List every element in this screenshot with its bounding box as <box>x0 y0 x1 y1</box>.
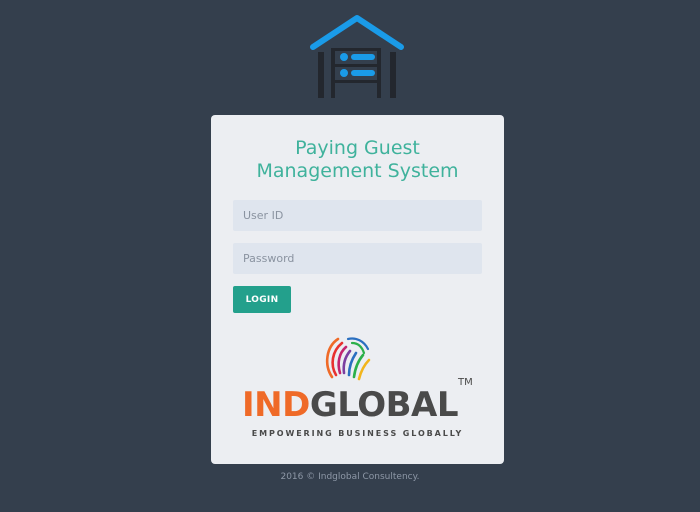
page-title: Paying Guest Management System <box>211 137 504 183</box>
brand-name-part2: GLOBAL <box>309 385 459 425</box>
indglobal-arc-logo-icon <box>318 333 374 383</box>
page-title-line1: Paying Guest <box>295 137 420 159</box>
house-list-icon <box>308 14 406 102</box>
trademark-mark: TM <box>458 377 473 388</box>
brand-tagline: EMPOWERING BUSINESS GLOBALLY <box>251 429 464 438</box>
footer-copyright: 2016 © Indglobal Consultency. <box>280 472 420 482</box>
password-input[interactable] <box>233 243 482 274</box>
login-card: Paying Guest Management System LOGIN IND… <box>211 115 504 464</box>
userid-input[interactable] <box>233 200 482 231</box>
brand-name-part1: IND <box>242 385 310 425</box>
page-title-line2: Management System <box>256 160 459 182</box>
brand-name: INDGLOBAL <box>242 385 459 425</box>
login-button[interactable]: LOGIN <box>233 286 291 313</box>
